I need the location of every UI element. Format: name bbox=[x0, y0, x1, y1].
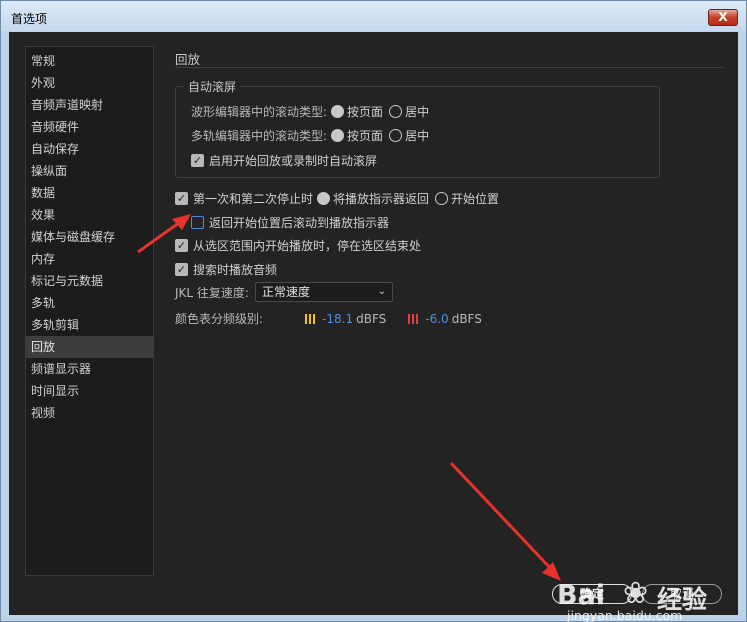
sidebar-item[interactable]: 音频声道映射 bbox=[26, 94, 153, 116]
yellow-level-value[interactable]: -18.1 bbox=[322, 312, 353, 326]
sidebar-item[interactable]: 频谱显示器 bbox=[26, 358, 153, 380]
multitrack-center-label: 居中 bbox=[405, 129, 430, 143]
scroll-back-checkbox[interactable] bbox=[191, 216, 204, 229]
scrub-audio-checkbox[interactable]: ✓ bbox=[175, 263, 188, 276]
scroll-back-label: 返回开始位置后滚动到播放指示器 bbox=[209, 216, 390, 230]
paw-icon: ❀ bbox=[623, 576, 649, 611]
sidebar-item[interactable]: 内存 bbox=[26, 248, 153, 270]
stop-at-selection-end-checkbox[interactable]: ✓ bbox=[175, 239, 188, 252]
stop-behavior-row: ✓ 第一次和第二次停止时 将播放指示器返回 开始位置 bbox=[175, 190, 499, 207]
stop-behavior-label: 第一次和第二次停止时 bbox=[193, 192, 314, 206]
yellow-level-unit: dBFS bbox=[356, 311, 387, 326]
sidebar-item[interactable]: 效果 bbox=[26, 204, 153, 226]
red-level-swatch[interactable] bbox=[408, 313, 419, 324]
stop-at-selection-end-row[interactable]: ✓ 从选区范围内开始播放时，停在选区结束处 bbox=[175, 237, 421, 254]
yellow-level-swatch[interactable] bbox=[305, 313, 316, 324]
close-icon: X bbox=[718, 10, 728, 24]
enable-auto-scroll-checkbox[interactable]: ✓ bbox=[191, 154, 204, 167]
section-title: 回放 bbox=[175, 52, 201, 67]
scrub-audio-label: 搜索时播放音频 bbox=[193, 263, 278, 277]
category-list: 常规 外观 音频声道映射 音频硬件 自动保存 操纵面 数据 效果 媒体与磁盘缓存 内存 标记与元数据… bbox=[25, 46, 154, 576]
meter-color-label: 颜色表分频级别: bbox=[175, 312, 264, 326]
enable-auto-scroll-row[interactable]: ✓ 启用开始回放或录制时自动滚屏 bbox=[191, 152, 377, 169]
yellow-bar bbox=[313, 313, 316, 324]
section-divider bbox=[175, 67, 723, 68]
title-bar[interactable]: 首选项 X bbox=[1, 1, 746, 31]
sidebar-item[interactable]: 常规 bbox=[26, 50, 153, 72]
close-button[interactable]: X bbox=[708, 9, 738, 26]
window-title: 首选项 bbox=[11, 12, 48, 26]
multitrack-scroll-label: 多轨编辑器中的滚动类型: bbox=[191, 129, 328, 143]
watermark-brand: Bai bbox=[557, 580, 606, 611]
multitrack-page-radio[interactable] bbox=[331, 129, 345, 142]
yellow-bar bbox=[309, 313, 312, 324]
sidebar-item[interactable]: 音频硬件 bbox=[26, 116, 153, 138]
baidu-watermark: Bai ❀ 经验 jingyan.baidu.com bbox=[557, 570, 747, 622]
start-position-radio[interactable] bbox=[435, 192, 449, 205]
sidebar-item[interactable]: 外观 bbox=[26, 72, 153, 94]
multitrack-center-radio[interactable] bbox=[389, 129, 403, 142]
sidebar-item[interactable]: 多轨 bbox=[26, 292, 153, 314]
sidebar-item[interactable]: 视频 bbox=[26, 402, 153, 424]
waveform-center-radio[interactable] bbox=[389, 105, 403, 118]
return-indicator-label: 将播放指示器返回 bbox=[333, 192, 430, 206]
dialog-body: 常规 外观 音频声道映射 音频硬件 自动保存 操纵面 数据 效果 媒体与磁盘缓存 内存 标记与元数据… bbox=[9, 32, 738, 622]
playback-panel: 回放 自动滚屏 波形编辑器中的滚动类型: 按页面 居中 多轨编辑器中的滚动类型:… bbox=[175, 46, 725, 516]
scroll-back-row[interactable]: 返回开始位置后滚动到播放指示器 bbox=[191, 214, 389, 231]
waveform-scroll-row: 波形编辑器中的滚动类型: 按页面 居中 bbox=[191, 103, 429, 120]
jkl-speed-row: JKL 往复速度: 正常速度 ⌄ bbox=[175, 282, 393, 302]
jkl-speed-value: 正常速度 bbox=[261, 285, 310, 299]
sidebar-item[interactable]: 自动保存 bbox=[26, 138, 153, 160]
waveform-center-label: 居中 bbox=[405, 105, 430, 119]
yellow-bar bbox=[305, 313, 308, 324]
chevron-down-icon: ⌄ bbox=[377, 286, 386, 297]
meter-color-row: 颜色表分频级别: -18.1 dBFS -6.0 dBFS bbox=[175, 310, 482, 327]
sidebar-item[interactable]: 回放 bbox=[26, 336, 153, 358]
sidebar-item[interactable]: 数据 bbox=[26, 182, 153, 204]
start-position-label: 开始位置 bbox=[451, 192, 500, 206]
red-bar bbox=[408, 313, 411, 324]
multitrack-scroll-row: 多轨编辑器中的滚动类型: 按页面 居中 bbox=[191, 127, 429, 144]
red-level-unit: dBFS bbox=[451, 311, 482, 326]
stop-at-selection-end-label: 从选区范围内开始播放时，停在选区结束处 bbox=[193, 239, 422, 253]
sidebar-item[interactable]: 时间显示 bbox=[26, 380, 153, 402]
watermark-url: jingyan.baidu.com bbox=[567, 608, 683, 622]
sidebar-item[interactable]: 操纵面 bbox=[26, 160, 153, 182]
auto-scroll-group: 自动滚屏 波形编辑器中的滚动类型: 按页面 居中 多轨编辑器中的滚动类型: 按页… bbox=[175, 78, 660, 178]
enable-auto-scroll-label: 启用开始回放或录制时自动滚屏 bbox=[209, 154, 378, 168]
sidebar-item[interactable]: 媒体与磁盘缓存 bbox=[26, 226, 153, 248]
waveform-page-radio[interactable] bbox=[331, 105, 345, 118]
red-bar bbox=[412, 313, 415, 324]
waveform-scroll-label: 波形编辑器中的滚动类型: bbox=[191, 105, 328, 119]
preferences-window: 首选项 X 常规 外观 音频声道映射 音频硬件 自动保存 操纵面 数据 效果 媒体与磁盘缓存 内存… bbox=[0, 0, 747, 622]
red-bar bbox=[416, 313, 419, 324]
waveform-page-label: 按页面 bbox=[347, 105, 384, 119]
sidebar-item[interactable]: 多轨剪辑 bbox=[26, 314, 153, 336]
return-indicator-radio[interactable] bbox=[317, 192, 331, 205]
multitrack-page-label: 按页面 bbox=[347, 129, 384, 143]
jkl-speed-select[interactable]: 正常速度 ⌄ bbox=[254, 282, 393, 302]
jkl-speed-label: JKL 往复速度: bbox=[175, 285, 249, 300]
stop-behavior-checkbox[interactable]: ✓ bbox=[175, 192, 188, 205]
red-level-value[interactable]: -6.0 bbox=[425, 312, 448, 326]
scrub-audio-row[interactable]: ✓ 搜索时播放音频 bbox=[175, 261, 277, 278]
auto-scroll-legend: 自动滚屏 bbox=[184, 78, 241, 95]
sidebar-item[interactable]: 标记与元数据 bbox=[26, 270, 153, 292]
